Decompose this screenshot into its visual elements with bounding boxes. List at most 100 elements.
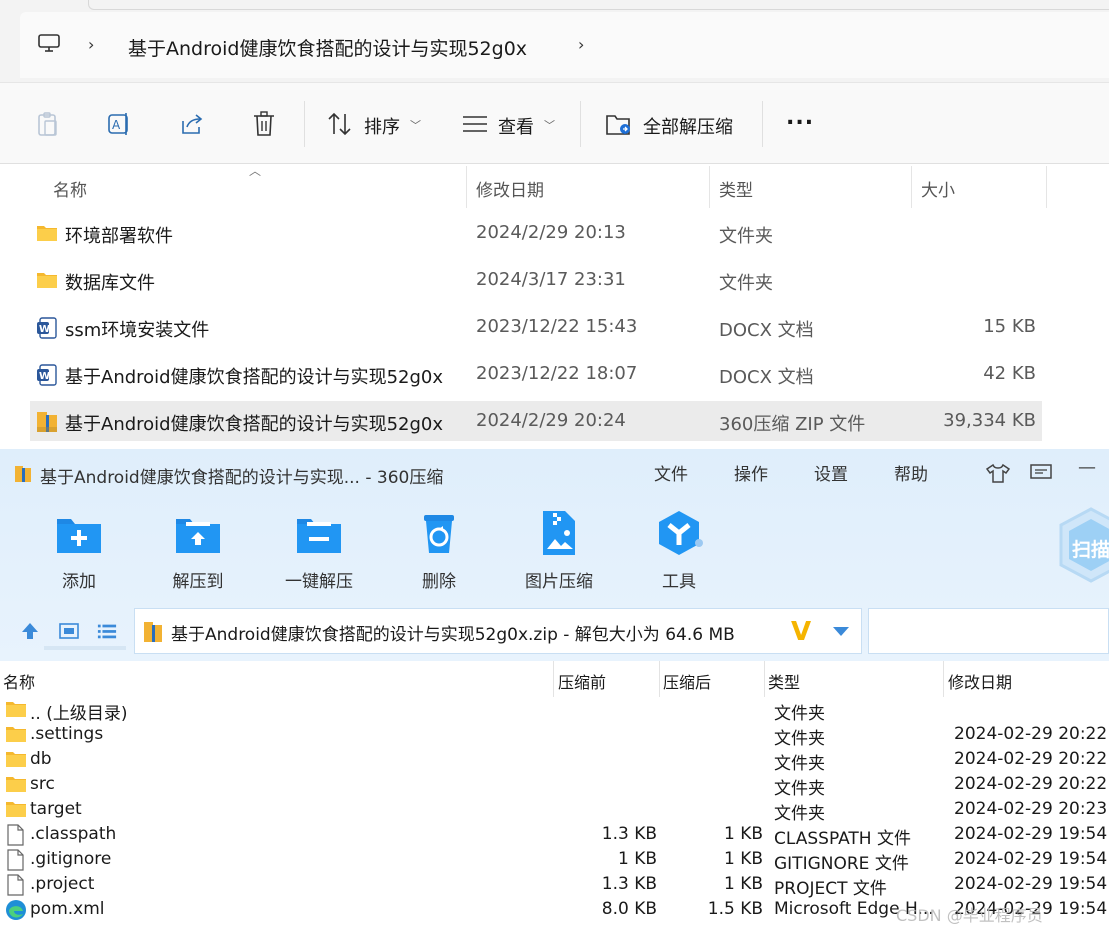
archive-item-type: 文件夹 [774, 729, 825, 749]
file-row[interactable]: Wssm环境安装文件 2023/12/22 15:43 DOCX 文档 15 KB [30, 307, 1042, 347]
archive-row[interactable]: target 文件夹 2024-02-29 20:23 [0, 797, 1109, 824]
archive-item-date: 2024-02-29 20:22 [954, 774, 1108, 794]
column-type[interactable]: 类型 [719, 176, 753, 201]
file-date: 2024/2/29 20:24 [476, 410, 626, 431]
column-name[interactable]: 名称 [53, 176, 87, 201]
extract-all-button[interactable]: 全部解压缩 [643, 113, 733, 139]
thumbnail-view-icon[interactable] [59, 621, 79, 641]
archive-row[interactable]: db 文件夹 2024-02-29 20:22 [0, 747, 1109, 774]
archive-col-date[interactable]: 修改日期 [948, 669, 1012, 693]
extract-to-icon [176, 519, 220, 553]
file-date: 2024/2/29 20:13 [476, 222, 626, 243]
file-icon [5, 849, 27, 871]
archive-item-date: 2024-02-29 19:54 [954, 824, 1108, 844]
archive-item-name: pom.xml [30, 899, 105, 919]
column-size[interactable]: 大小 [921, 176, 955, 201]
archive-search-input[interactable] [868, 608, 1109, 654]
archive-item-name: .classpath [30, 824, 117, 844]
feedback-icon[interactable] [1030, 464, 1052, 482]
this-pc-icon[interactable] [38, 34, 60, 52]
archive-row[interactable]: .settings 文件夹 2024-02-29 20:22 [0, 722, 1109, 749]
view-button[interactable]: 查看 [498, 113, 534, 139]
file-type: DOCX 文档 [719, 320, 814, 341]
image-compress-icon [543, 511, 575, 555]
file-row[interactable]: 环境部署软件 2024/2/29 20:13 文件夹 [30, 213, 1042, 253]
sort-button[interactable]: 排序 [364, 113, 400, 139]
vip-icon[interactable]: V [791, 619, 811, 645]
screen: › 基于Android健康饮食搭配的设计与实现52g0x › A 排序 ﹀ 查看… [0, 0, 1109, 929]
extract-all-icon[interactable] [606, 111, 632, 137]
archive-col-before[interactable]: 压缩前 [558, 669, 606, 693]
archive-path-field[interactable]: 基于Android健康饮食搭配的设计与实现52g0x.zip - 解包大小为 6… [134, 608, 862, 654]
file-type: 文件夹 [719, 273, 773, 294]
column-date[interactable]: 修改日期 [476, 176, 544, 201]
menu-file[interactable]: 文件 [654, 460, 688, 485]
file-date: 2023/12/22 18:07 [476, 363, 638, 384]
column-divider [553, 661, 554, 697]
zip-app-header: 基于Android健康饮食搭配的设计与实现... - 360压缩 文件 操作 设… [0, 449, 1109, 661]
file-name: 环境部署软件 [65, 226, 173, 247]
file-size: 39,334 KB [943, 410, 1036, 431]
archive-row[interactable]: src 文件夹 2024-02-29 20:22 [0, 772, 1109, 799]
up-level-icon[interactable] [20, 621, 40, 641]
file-row[interactable]: W 基于Android健康饮食搭配的设计与实现52g0x 2023/12/22 18… [30, 354, 1042, 394]
column-header: 名称 修改日期 类型 大小 [0, 164, 1109, 208]
archive-col-type[interactable]: 类型 [768, 669, 800, 693]
zip-app-icon [15, 466, 31, 482]
path-dropdown-icon[interactable] [833, 627, 849, 636]
tools-label: 工具 [662, 572, 696, 592]
column-divider [659, 661, 660, 697]
paste-icon[interactable] [35, 111, 61, 137]
archive-row[interactable]: .gitignore 1 KB 1 KB GITIGNORE 文件 2024-02-29… [0, 847, 1109, 874]
archive-item-type: 文件夹 [774, 754, 825, 774]
breadcrumb-folder[interactable]: 基于Android健康饮食搭配的设计与实现52g0x [128, 34, 527, 61]
recycle-icon [424, 515, 454, 553]
separator [580, 101, 581, 147]
menu-help[interactable]: 帮助 [894, 460, 928, 485]
menu-settings[interactable]: 设置 [814, 460, 848, 485]
archive-col-name[interactable]: 名称 [3, 669, 35, 693]
menu-action[interactable]: 操作 [734, 460, 768, 485]
list-view-icon[interactable] [97, 621, 117, 641]
file-size: 42 KB [983, 363, 1036, 384]
extract-to-button[interactable]: 解压到 [143, 509, 253, 592]
window-title: 基于Android健康饮食搭配的设计与实现... - 360压缩 [40, 468, 444, 488]
add-button[interactable]: 添加 [24, 509, 134, 592]
skin-icon[interactable] [986, 463, 1010, 483]
scan-badge[interactable]: 扫描 [1056, 505, 1109, 585]
chevron-down-icon[interactable]: ﹀ [544, 117, 555, 133]
add-icon [57, 519, 101, 553]
chevron-right-icon[interactable]: › [578, 35, 584, 54]
delete-icon[interactable] [251, 111, 277, 137]
image-compress-button[interactable]: 图片压缩 [504, 509, 614, 592]
archive-item-type: 文件夹 [774, 804, 825, 824]
tools-button[interactable]: 工具 [624, 509, 734, 592]
column-divider [911, 166, 912, 208]
column-divider [709, 166, 710, 208]
extract-to-label: 解压到 [172, 572, 224, 592]
scan-label: 扫描 [1072, 539, 1109, 561]
file-row[interactable]: 数据库文件 2024/3/17 23:31 文件夹 [30, 260, 1042, 300]
path-scroll-indicator [44, 646, 126, 650]
watermark: CSDN @毕业程序员 [896, 906, 1043, 925]
one-click-extract-button[interactable]: 一键解压 [264, 509, 374, 592]
archive-col-after[interactable]: 压缩后 [663, 669, 711, 693]
folder-icon [5, 699, 27, 719]
delete-archive-item-button[interactable]: 删除 [384, 509, 494, 592]
chevron-down-icon[interactable]: ﹀ [410, 117, 421, 133]
file-row[interactable]: 基于Android健康饮食搭配的设计与实现52g0x 2024/2/29 20:2… [30, 401, 1042, 441]
archive-item-type: CLASSPATH 文件 [774, 829, 911, 849]
rename-icon[interactable]: A [107, 111, 133, 137]
chevron-right-icon[interactable]: › [88, 35, 94, 54]
column-divider [764, 661, 765, 697]
sort-icon[interactable] [327, 111, 353, 137]
archive-row[interactable]: .. (上级目录) 文件夹 [0, 697, 1109, 724]
zip-app-window: 基于Android健康饮食搭配的设计与实现... - 360压缩 文件 操作 设… [0, 449, 1109, 929]
view-icon[interactable] [462, 111, 488, 137]
share-icon[interactable] [179, 111, 205, 137]
archive-row[interactable]: .project 1.3 KB 1 KB PROJECT 文件 2024-02-29 1… [0, 872, 1109, 899]
word-document-icon: W [36, 317, 58, 339]
more-options-button[interactable]: ... [786, 105, 814, 130]
archive-row[interactable]: .classpath 1.3 KB 1 KB CLASSPATH 文件 2024-02-… [0, 822, 1109, 849]
minimize-button[interactable]: — [1078, 457, 1096, 478]
